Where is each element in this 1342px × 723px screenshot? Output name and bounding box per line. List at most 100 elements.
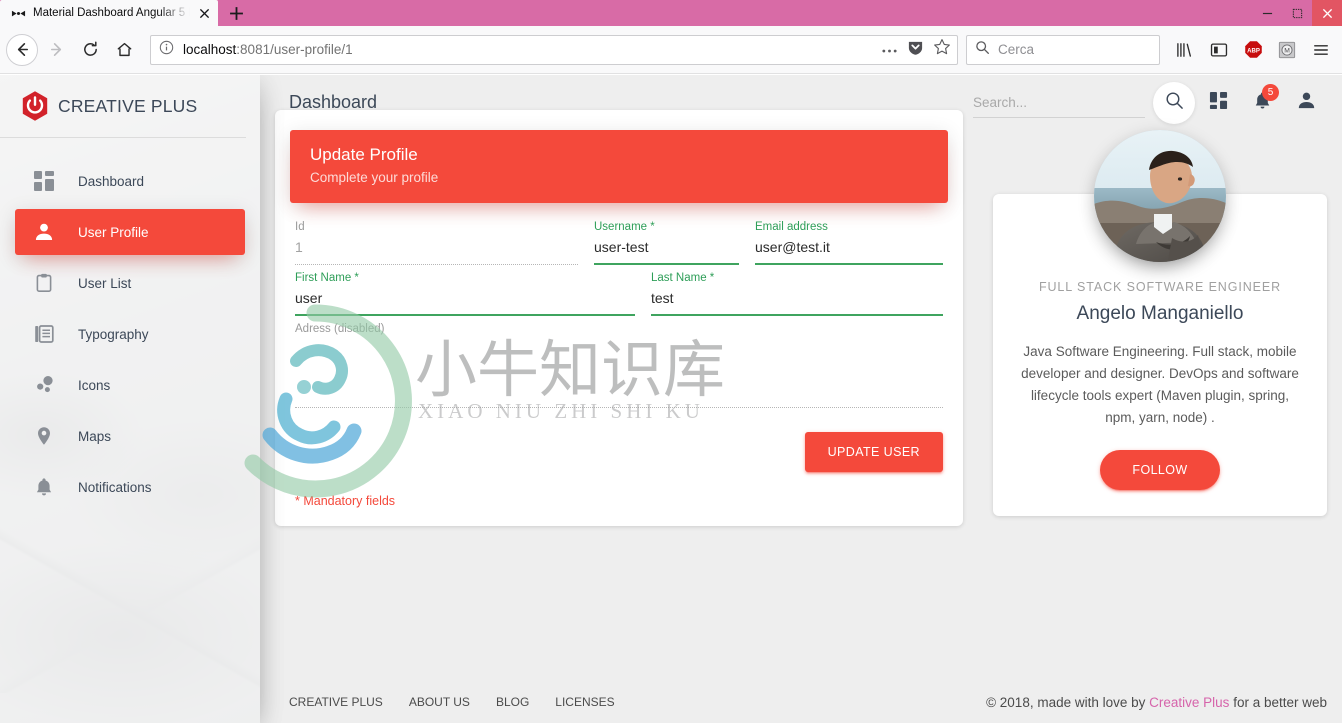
footer-link-creative-plus[interactable]: CREATIVE PLUS	[289, 695, 383, 709]
card-title: Update Profile	[310, 145, 418, 164]
profile-details: FULL STACK SOFTWARE ENGINEER Angelo Mang…	[1015, 280, 1305, 491]
app-page: CREATIVE PLUS Dashboard User Profile Use…	[0, 75, 1342, 723]
new-tab-button[interactable]	[218, 0, 254, 26]
sidebar-item-user-list[interactable]: User List	[15, 260, 245, 306]
bowtie-icon	[10, 5, 26, 21]
sidebar-item-label: User Profile	[78, 224, 149, 240]
update-profile-card: Update Profile Complete your profile Id …	[275, 110, 963, 526]
sidebar-logo-text: CREATIVE PLUS	[58, 95, 198, 116]
star-icon[interactable]	[933, 38, 951, 61]
sidebar-logo[interactable]: CREATIVE PLUS	[0, 75, 246, 138]
field-underline	[651, 314, 943, 316]
profile-description: Java Software Engineering. Full stack, m…	[1021, 344, 1299, 425]
main-area: Dashboard Search... 5 Update Profile Com…	[260, 75, 1342, 723]
extension-icon[interactable]: M	[1272, 35, 1302, 65]
dashboard-button[interactable]	[1197, 82, 1239, 124]
profile-button[interactable]	[1285, 82, 1327, 124]
notifications-button[interactable]: 5	[1241, 82, 1283, 124]
home-icon[interactable]	[108, 34, 140, 66]
form-row-2: First Name * user Last Name * test	[295, 272, 943, 316]
form-row-1: Id 1 Username * user-test Email address …	[295, 221, 943, 265]
sidebar-item-typography[interactable]: Typography	[15, 311, 245, 357]
browser-search-placeholder: Cerca	[998, 42, 1035, 57]
sidebar: CREATIVE PLUS Dashboard User Profile Use…	[0, 75, 260, 723]
person-icon	[32, 220, 56, 244]
svg-text:M: M	[1284, 47, 1290, 54]
field-value[interactable]: test	[651, 290, 943, 311]
field-underline	[295, 264, 578, 265]
address-field: Adress (disabled)	[295, 323, 943, 408]
profile-name: Angelo Manganiello	[1076, 303, 1244, 324]
window-close-icon[interactable]	[1312, 0, 1342, 26]
form-column: Update Profile Complete your profile Id …	[275, 110, 963, 526]
footer-link-licenses[interactable]: LICENSES	[555, 695, 614, 709]
last-name-field[interactable]: Last Name * test	[651, 272, 943, 316]
field-underline	[594, 263, 739, 265]
profile-column: FULL STACK SOFTWARE ENGINEER Angelo Mang…	[993, 130, 1327, 526]
ellipsis-icon[interactable]	[881, 41, 898, 59]
card-body: Id 1 Username * user-test Email address …	[275, 183, 963, 526]
adblock-plus-icon[interactable]: ABP	[1238, 35, 1268, 65]
sidebar-nav: Dashboard User Profile User List Typogra…	[0, 138, 260, 510]
field-label: Username *	[594, 221, 655, 233]
minimize-icon[interactable]	[1252, 0, 1282, 26]
form-row-3: Adress (disabled)	[295, 323, 943, 408]
tab-title: Material Dashboard Angular 5 B	[33, 7, 190, 19]
pocket-shield-icon[interactable]	[907, 39, 924, 61]
url-actions	[881, 38, 951, 61]
search-input[interactable]: Search...	[973, 94, 1145, 118]
search-icon	[975, 40, 990, 60]
footer-copyright: © 2018, made with love by Creative Plus …	[986, 695, 1327, 710]
arrow-left-icon[interactable]	[6, 33, 38, 66]
sidebar-item-label: Dashboard	[78, 173, 145, 189]
sidebar-item-dashboard[interactable]: Dashboard	[15, 158, 245, 204]
info-circle-icon[interactable]	[159, 40, 174, 60]
email-field[interactable]: Email address user@test.it	[755, 221, 943, 265]
browser-window: Material Dashboard Angular 5 B localhost…	[0, 0, 1342, 723]
footer-brand-link[interactable]: Creative Plus	[1149, 695, 1229, 710]
copyright-suffix: for a better web	[1229, 694, 1327, 710]
copyright-prefix: © 2018, made with love by	[986, 694, 1150, 710]
sidebar-icon[interactable]	[1204, 35, 1234, 65]
sidebar-item-label: Typography	[78, 326, 149, 342]
sidebar-item-upgrade-to-pro[interactable]: Upgrade To PRO	[15, 715, 245, 723]
field-value[interactable]: user-test	[594, 239, 739, 260]
field-label: Last Name *	[651, 272, 715, 284]
status-badge: 5	[1262, 83, 1279, 101]
hamburger-menu-icon[interactable]	[1306, 35, 1336, 65]
sidebar-item-label: Maps	[78, 428, 112, 444]
sidebar-item-user-profile[interactable]: User Profile	[15, 209, 245, 255]
bell-icon	[32, 475, 56, 499]
search-button[interactable]	[1153, 81, 1195, 124]
power-hexagon-icon	[20, 90, 50, 122]
top-navbar-actions: Search... 5	[973, 81, 1327, 124]
text-library-icon	[32, 322, 56, 346]
library-icon[interactable]	[1170, 35, 1200, 65]
location-pin-icon	[32, 424, 56, 448]
browser-search-bar[interactable]: Cerca	[966, 34, 1160, 65]
field-value[interactable]: user@test.it	[755, 239, 943, 260]
follow-button[interactable]: FOLLOW	[1100, 450, 1220, 491]
search-placeholder: Search...	[973, 94, 1028, 110]
reload-icon[interactable]	[74, 34, 106, 66]
update-user-button[interactable]: UPDATE USER	[804, 432, 943, 472]
url-bar[interactable]: localhost:8081/user-profile/1	[150, 34, 958, 65]
username-field[interactable]: Username * user-test	[594, 221, 739, 265]
person-icon	[1297, 91, 1316, 115]
browser-tab[interactable]: Material Dashboard Angular 5 B	[0, 0, 218, 26]
sidebar-item-maps[interactable]: Maps	[15, 413, 245, 459]
sidebar-item-icons[interactable]: Icons	[15, 362, 245, 408]
footer-link-blog[interactable]: BLOG	[496, 695, 529, 709]
footer-links: CREATIVE PLUS ABOUT US BLOG LICENSES	[289, 695, 615, 709]
user-photo-avatar	[1094, 130, 1226, 262]
maximize-icon[interactable]	[1282, 0, 1312, 26]
sidebar-item-notifications[interactable]: Notifications	[15, 464, 245, 510]
first-name-field[interactable]: First Name * user	[295, 272, 635, 316]
field-value[interactable]: user	[295, 290, 635, 311]
search-icon	[1165, 91, 1184, 115]
bubble-chart-icon	[32, 373, 56, 397]
content-area: Update Profile Complete your profile Id …	[260, 110, 1342, 526]
close-icon[interactable]	[197, 6, 212, 21]
footer-link-about-us[interactable]: ABOUT US	[409, 695, 470, 709]
window-controls	[1252, 0, 1342, 26]
